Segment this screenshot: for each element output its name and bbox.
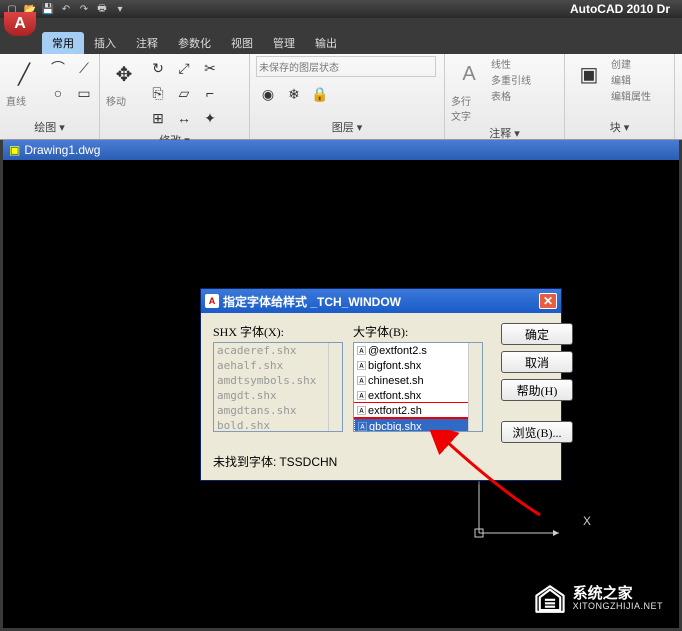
- freeze-icon[interactable]: ❄: [282, 82, 306, 106]
- list-item[interactable]: 🄰extfont2.sh: [354, 403, 482, 418]
- panel-modify: ✥ 移动 ↻⤢✂ ⎘▱⌐ ⊞↔✦ 修改 ▾: [100, 54, 250, 139]
- font-icon: 🄰: [357, 359, 366, 372]
- list-item-selected[interactable]: 🄰gbcbig.shx: [354, 418, 482, 432]
- line-icon[interactable]: ╱: [6, 56, 42, 92]
- shx-listbox[interactable]: acaderef.shx aehalf.shx amdtsymbols.shx …: [213, 342, 343, 432]
- x-axis-label: X: [583, 514, 591, 528]
- tab-insert[interactable]: 插入: [84, 32, 126, 54]
- layer-state[interactable]: 未保存的图层状态: [256, 56, 436, 77]
- watermark: 系统之家 XITONGZHIJIA.NET: [533, 584, 663, 614]
- create-label[interactable]: 创建: [611, 56, 651, 71]
- font-icon: 🄰: [357, 344, 366, 357]
- move-label: 移动: [106, 93, 142, 108]
- layer-icon[interactable]: ◉: [256, 82, 280, 106]
- app-menu-button[interactable]: A: [4, 12, 36, 36]
- panel-draw: ╱ 直线 ⌒⟋ ○▭ 绘图 ▾: [0, 54, 100, 139]
- linear-label[interactable]: 线性: [491, 56, 531, 71]
- print-icon[interactable]: 🖶: [94, 1, 110, 17]
- watermark-icon: [533, 584, 567, 614]
- ok-button[interactable]: 确定: [501, 323, 573, 345]
- list-item[interactable]: amgdt.shx: [214, 388, 342, 403]
- list-item[interactable]: 🄰extfont.shx: [354, 388, 482, 403]
- document-title-bar: ▣ Drawing1.dwg: [3, 140, 679, 160]
- cancel-button[interactable]: 取消: [501, 351, 573, 373]
- dialog-title-bar[interactable]: A 指定字体给样式 _TCH_WINDOW ✕: [201, 289, 561, 313]
- text-label: 多行 文字: [451, 93, 487, 123]
- panel-draw-label[interactable]: 绘图 ▾: [6, 117, 93, 137]
- tab-manage[interactable]: 管理: [263, 32, 305, 54]
- tab-output[interactable]: 输出: [305, 32, 347, 54]
- font-dialog: A 指定字体给样式 _TCH_WINDOW ✕ SHX 字体(X): acade…: [200, 288, 562, 481]
- font-icon: 🄰: [357, 374, 366, 387]
- trim-icon[interactable]: ✂: [198, 56, 222, 80]
- tab-parametric[interactable]: 参数化: [168, 32, 221, 54]
- edit-label[interactable]: 编辑: [611, 72, 651, 87]
- bigfont-listbox[interactable]: 🄰@extfont2.s 🄰bigfont.shx 🄰chineset.sh 🄰…: [353, 342, 483, 432]
- circle-icon[interactable]: ○: [46, 81, 70, 105]
- tab-annotate[interactable]: 注释: [126, 32, 168, 54]
- list-item[interactable]: amdtsymbols.shx: [214, 373, 342, 388]
- dropdown-icon[interactable]: ▾: [112, 1, 128, 17]
- tab-common[interactable]: 常用: [42, 32, 84, 54]
- scrollbar[interactable]: [468, 343, 482, 431]
- panel-block: ▣ 创建 编辑 编辑属性 块 ▾: [565, 54, 675, 139]
- rect-icon[interactable]: ▭: [72, 81, 96, 105]
- font-icon: 🄰: [357, 404, 366, 417]
- panel-layer: 未保存的图层状态 ◉ ❄ 🔒 图层 ▾: [250, 54, 445, 139]
- fillet-icon[interactable]: ⌐: [198, 81, 222, 105]
- dialog-icon: A: [205, 294, 219, 308]
- arc-icon[interactable]: ⌒: [46, 56, 70, 80]
- explode-icon[interactable]: ✦: [198, 106, 222, 130]
- shx-label: SHX 字体(X):: [213, 323, 343, 340]
- rotate-icon[interactable]: ↻: [146, 56, 170, 80]
- help-button[interactable]: 帮助(H): [501, 379, 573, 401]
- ribbon-tabs: 常用 插入 注释 参数化 视图 管理 输出: [0, 34, 682, 54]
- mirror-icon[interactable]: ▱: [172, 81, 196, 105]
- list-item[interactable]: aehalf.shx: [214, 358, 342, 373]
- attr-label[interactable]: 编辑属性: [611, 88, 651, 103]
- leader-label[interactable]: 多重引线: [491, 72, 531, 87]
- text-icon[interactable]: A: [451, 56, 487, 92]
- stretch-icon[interactable]: ↔: [172, 106, 196, 130]
- panel-layer-label[interactable]: 图层 ▾: [256, 117, 438, 137]
- polyline-icon[interactable]: ⟋: [72, 56, 96, 80]
- list-item[interactable]: 🄰chineset.sh: [354, 373, 482, 388]
- table-label[interactable]: 表格: [491, 88, 531, 103]
- document-title: Drawing1.dwg: [24, 143, 100, 157]
- watermark-cn: 系统之家: [573, 586, 663, 603]
- close-button[interactable]: ✕: [539, 293, 557, 309]
- list-item[interactable]: acaderef.shx: [214, 343, 342, 358]
- font-icon: 🄰: [357, 389, 366, 402]
- panel-block-label[interactable]: 块 ▾: [571, 117, 668, 137]
- document-icon: ▣: [9, 143, 20, 157]
- watermark-en: XITONGZHIJIA.NET: [573, 602, 663, 612]
- redo-icon[interactable]: ↷: [76, 1, 92, 17]
- dialog-title: 指定字体给样式 _TCH_WINDOW: [223, 293, 401, 310]
- browse-button[interactable]: 浏览(B)...: [501, 421, 573, 443]
- ribbon: ╱ 直线 ⌒⟋ ○▭ 绘图 ▾ ✥ 移动 ↻⤢✂ ⎘▱⌐ ⊞↔✦ 修改 ▾: [0, 54, 682, 140]
- scrollbar[interactable]: [328, 343, 342, 431]
- dialog-footer: 未找到字体: TSSDCHN: [213, 453, 549, 470]
- line-label: 直线: [6, 93, 42, 108]
- title-bar: ▢ 📂 💾 ↶ ↷ 🖶 ▾ AutoCAD 2010 Dr: [0, 0, 682, 18]
- undo-icon[interactable]: ↶: [58, 1, 74, 17]
- move-icon[interactable]: ✥: [106, 56, 142, 92]
- copy-icon[interactable]: ⎘: [146, 81, 170, 105]
- array-icon[interactable]: ⊞: [146, 106, 170, 130]
- bigfont-label: 大字体(B):: [353, 323, 483, 340]
- save-icon[interactable]: 💾: [40, 1, 56, 17]
- list-item[interactable]: 🄰@extfont2.s: [354, 343, 482, 358]
- list-item[interactable]: bold.shx: [214, 418, 342, 432]
- font-icon: 🄰: [358, 420, 367, 432]
- list-item[interactable]: amgdtans.shx: [214, 403, 342, 418]
- lock-icon[interactable]: 🔒: [308, 82, 332, 106]
- app-title: AutoCAD 2010 Dr: [570, 2, 678, 16]
- tab-view[interactable]: 视图: [221, 32, 263, 54]
- block-icon[interactable]: ▣: [571, 56, 607, 92]
- scale-icon[interactable]: ⤢: [172, 56, 196, 80]
- list-item[interactable]: 🄰bigfont.shx: [354, 358, 482, 373]
- panel-annotate: A 多行 文字 线性 多重引线 表格 注释 ▾: [445, 54, 565, 139]
